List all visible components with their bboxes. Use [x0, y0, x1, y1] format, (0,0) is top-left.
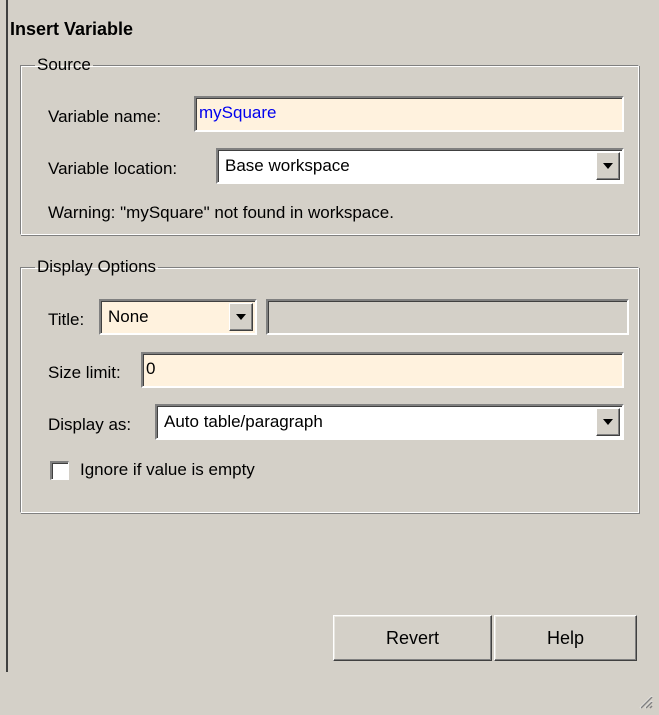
title-value: None: [108, 307, 149, 326]
chevron-down-icon: [603, 419, 613, 425]
chevron-down-icon: [603, 163, 613, 169]
custom-title-field[interactable]: [266, 299, 629, 335]
insert-variable-panel: Insert Variable Source Variable name: my…: [0, 0, 659, 715]
title-label: Title:: [48, 310, 85, 329]
resize-grip-icon[interactable]: [637, 693, 653, 709]
left-border: [6, 0, 8, 672]
variable-location-value: Base workspace: [225, 156, 350, 175]
title-dropdown[interactable]: None: [99, 299, 257, 335]
warning-text: Warning: "mySquare" not found in workspa…: [48, 203, 394, 222]
size-limit-label: Size limit:: [48, 363, 121, 382]
size-limit-field[interactable]: 0: [141, 352, 624, 388]
display-as-dropdown[interactable]: Auto table/paragraph: [155, 404, 624, 440]
ignore-empty-checkbox[interactable]: [50, 461, 69, 480]
variable-name-field[interactable]: mySquare: [194, 96, 624, 132]
variable-name-label: Variable name:: [48, 107, 162, 126]
chevron-down-icon: [236, 314, 246, 320]
variable-location-label: Variable location:: [48, 159, 178, 178]
display-as-value: Auto table/paragraph: [164, 412, 323, 431]
variable-location-dropdown[interactable]: Base workspace: [216, 148, 624, 184]
ignore-empty-label[interactable]: Ignore if value is empty: [80, 459, 255, 481]
panel-title: Insert Variable: [10, 19, 134, 39]
revert-button[interactable]: Revert: [333, 615, 492, 661]
variable-location-dropdown-button[interactable]: [596, 152, 620, 180]
help-button[interactable]: Help: [494, 615, 637, 661]
source-legend: Source: [37, 55, 91, 74]
display-options-legend: Display Options: [37, 257, 157, 276]
display-as-dropdown-button[interactable]: [596, 408, 620, 436]
title-dropdown-button[interactable]: [229, 303, 253, 331]
display-as-label: Display as:: [48, 415, 132, 434]
